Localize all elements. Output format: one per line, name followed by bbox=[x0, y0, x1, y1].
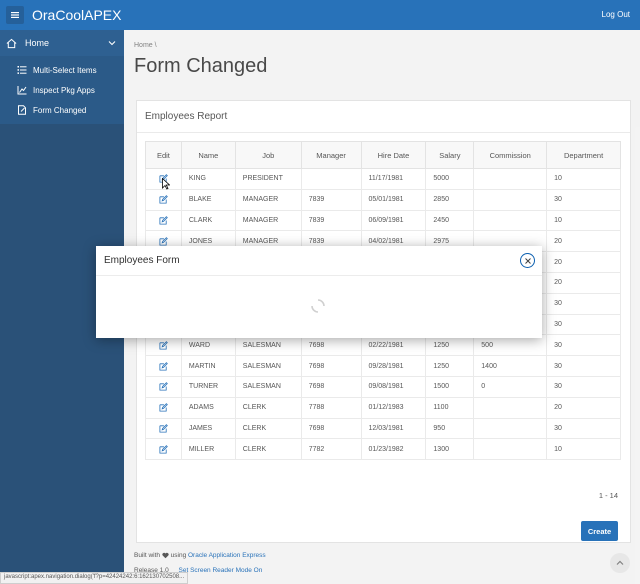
dialog-title: Employees Form bbox=[104, 255, 180, 266]
employees-form-dialog: Employees Form bbox=[96, 246, 542, 338]
dialog-divider bbox=[96, 275, 542, 276]
close-icon bbox=[524, 257, 531, 264]
dialog-close-button[interactable] bbox=[520, 253, 535, 268]
mouse-cursor-icon bbox=[162, 178, 170, 190]
loading-spinner-icon bbox=[311, 299, 325, 313]
